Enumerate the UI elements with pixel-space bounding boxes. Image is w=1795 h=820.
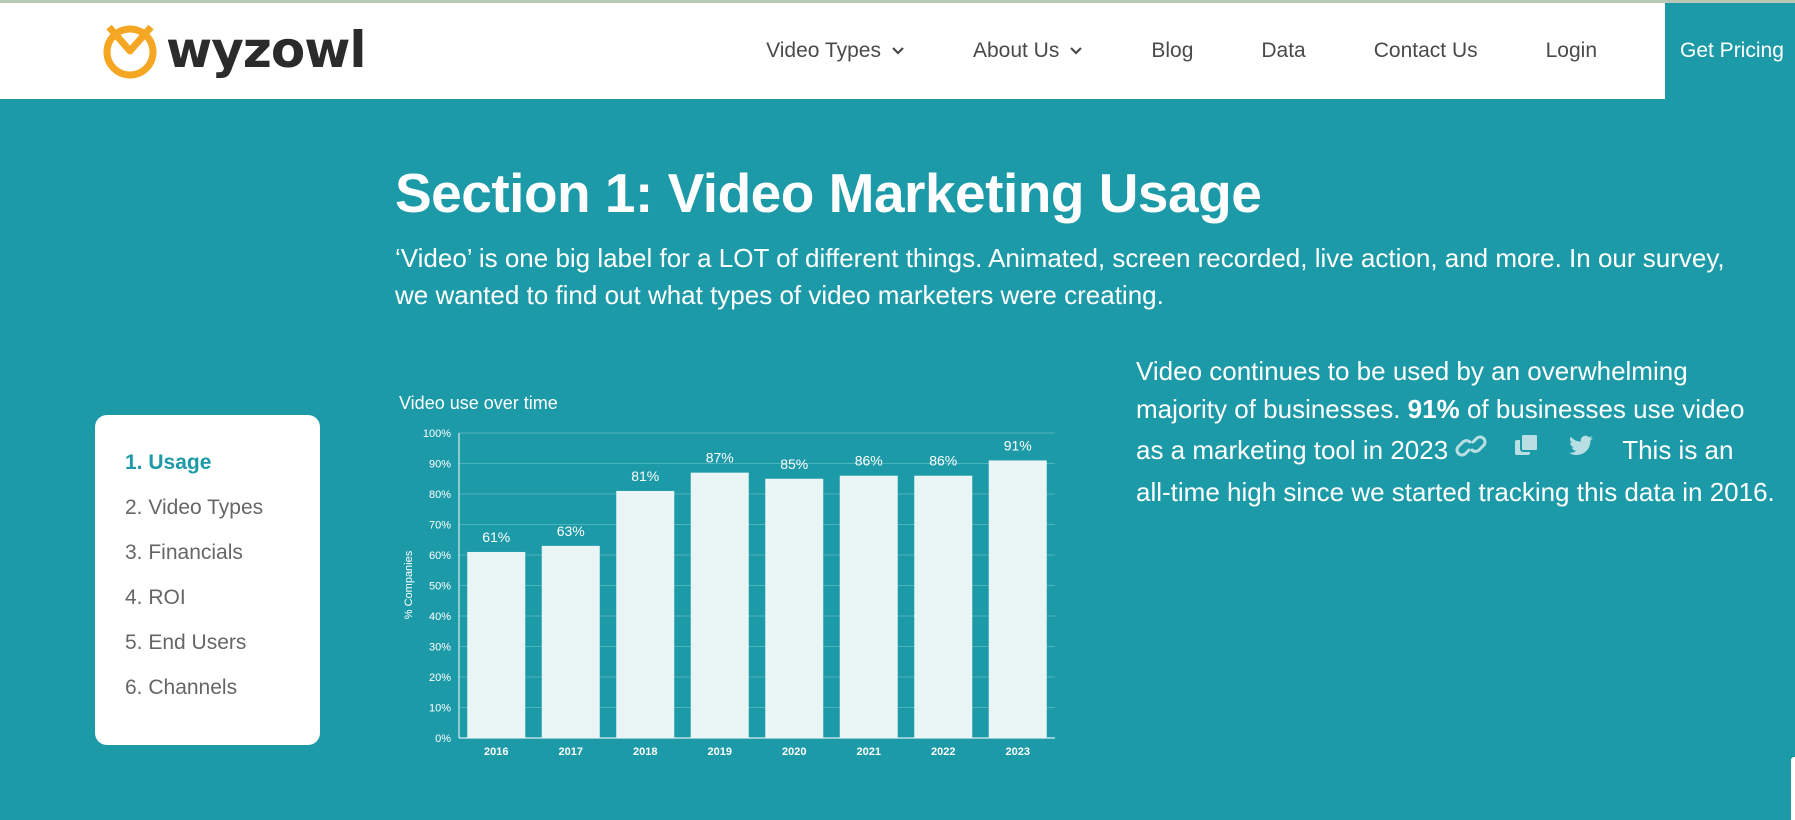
section-nav-financials[interactable]: 3. Financials	[95, 541, 320, 586]
y-tick-label: 70%	[429, 520, 451, 532]
nav-label: Login	[1545, 39, 1597, 62]
y-tick-label: 100%	[423, 428, 451, 440]
get-pricing-button[interactable]: Get Pricing	[1665, 3, 1795, 99]
x-tick-label: 2017	[559, 746, 583, 758]
stat-text: as a marketing tool in 2023	[1136, 435, 1449, 465]
bar	[988, 460, 1047, 738]
logo-text: wyzowl	[166, 21, 367, 79]
bar	[765, 478, 824, 738]
bar-data-label: 61%	[482, 529, 510, 545]
x-tick-label: 2019	[708, 746, 732, 758]
section-title: Section 1: Video Marketing Usage	[395, 162, 1262, 224]
x-tick-label: 2020	[782, 746, 806, 758]
nav-label: Contact Us	[1373, 39, 1478, 62]
x-tick-label: 2021	[857, 746, 881, 758]
stat-callout: Video continues to be used by an overwhe…	[1136, 352, 1795, 511]
x-tick-label: 2023	[1006, 746, 1030, 758]
stat-text: of businesses use video	[1459, 394, 1745, 424]
bar-data-label: 86%	[929, 453, 957, 469]
section-nav-card: 1. Usage 2. Video Types 3. Financials 4.…	[95, 415, 320, 745]
bar	[467, 551, 526, 738]
stat-line: majority of businesses. 91% of businesse…	[1136, 390, 1795, 428]
bar	[541, 545, 600, 738]
y-tick-label: 60%	[429, 550, 451, 562]
nav-video-types[interactable]: Video Types	[766, 39, 905, 63]
link-icon[interactable]	[1454, 428, 1488, 473]
twitter-icon[interactable]	[1566, 428, 1596, 473]
bar-data-label: 87%	[706, 450, 734, 466]
stat-line: as a marketing tool in 2023 This is an	[1136, 428, 1795, 473]
y-axis-label: % Companies	[403, 550, 415, 619]
bar-data-label: 85%	[780, 456, 808, 472]
stat-text: majority of businesses.	[1136, 394, 1408, 424]
section-nav-roi[interactable]: 4. ROI	[95, 586, 320, 631]
nav-login[interactable]: Login	[1546, 39, 1597, 63]
y-tick-label: 30%	[429, 642, 451, 654]
bar-data-label: 81%	[631, 468, 659, 484]
main-nav: Video Types About Us Blog Data Contact U…	[766, 3, 1795, 99]
nav-data[interactable]: Data	[1261, 39, 1305, 63]
bar	[914, 475, 973, 738]
clock-logo-icon	[103, 24, 157, 79]
nav-about-us[interactable]: About Us	[973, 39, 1083, 63]
nav-label: Blog	[1151, 39, 1194, 62]
section-nav-channels[interactable]: 6. Channels	[95, 676, 320, 721]
intro-line: ‘Video’ is one big label for a LOT of di…	[395, 243, 1725, 273]
y-tick-label: 90%	[429, 459, 451, 471]
nav-label: Video Types	[766, 39, 881, 62]
chevron-down-icon	[1070, 47, 1083, 55]
chart-canvas: 0% 10% 20% 30% 40% 50% 60% 70% 80% 90% 100% % Compa…	[403, 428, 1055, 758]
y-tick-label: 10%	[429, 703, 451, 715]
bar	[616, 490, 675, 738]
section-nav-usage[interactable]: 1. Usage	[95, 451, 320, 496]
bar	[839, 475, 898, 738]
section-nav-end-users[interactable]: 5. End Users	[95, 631, 320, 676]
copy-icon[interactable]	[1512, 428, 1542, 473]
chart-title: Video use over time	[399, 393, 558, 413]
x-tick-label: 2022	[931, 746, 955, 758]
bar-data-label: 63%	[557, 523, 585, 539]
nav-label: Data	[1261, 39, 1306, 62]
scroll-widget-edge[interactable]	[1791, 757, 1795, 820]
chevron-down-icon	[892, 47, 904, 55]
bar-data-label: 86%	[855, 453, 883, 469]
y-tick-label: 0%	[435, 733, 451, 745]
nav-blog[interactable]: Blog	[1151, 39, 1193, 63]
x-tick-label: 2016	[484, 746, 508, 758]
stat-text: This is an	[1622, 435, 1734, 465]
section-intro: ‘Video’ is one big label for a LOT of di…	[395, 240, 1795, 314]
y-tick-label: 80%	[429, 489, 451, 501]
stat-highlight: 91%	[1407, 394, 1460, 424]
intro-line: we wanted to find out what types of vide…	[395, 280, 1164, 310]
y-tick-label: 50%	[429, 581, 451, 593]
video-use-chart: 0% 10% 20% 30% 40% 50% 60% 70% 80% 90% 100% % Compa…	[395, 390, 1075, 770]
stat-line: Video continues to be used by an overwhe…	[1136, 356, 1688, 386]
stat-line: all-time high since we started tracking …	[1136, 477, 1775, 507]
bar	[690, 472, 749, 738]
section-nav-video-types[interactable]: 2. Video Types	[95, 496, 320, 541]
logo[interactable]: wyzowl	[100, 21, 367, 79]
x-tick-label: 2018	[633, 746, 657, 758]
y-tick-label: 20%	[429, 672, 451, 684]
y-tick-label: 40%	[429, 611, 451, 623]
bar-data-label: 91%	[1004, 437, 1032, 453]
nav-contact-us[interactable]: Contact Us	[1374, 39, 1478, 63]
nav-label: About Us	[972, 39, 1060, 62]
